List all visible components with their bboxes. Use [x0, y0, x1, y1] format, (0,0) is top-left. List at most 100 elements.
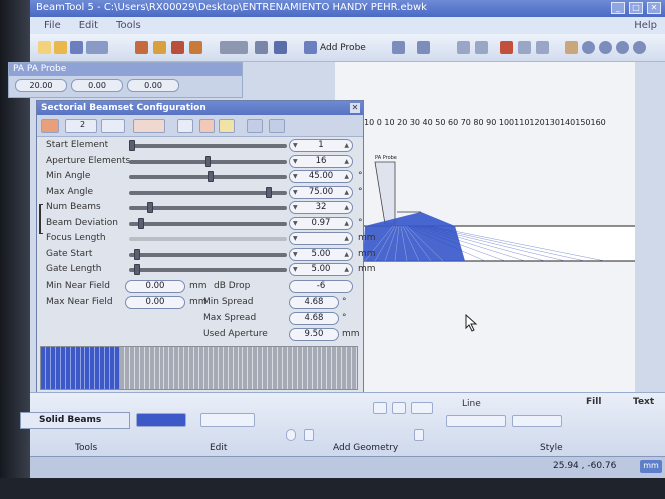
param-spinbox[interactable]: ▼ 0.97 ▲ [289, 216, 353, 230]
focus-mode-icon[interactable] [133, 119, 165, 133]
slider-thumb[interactable] [205, 155, 211, 167]
table-view-icon[interactable] [475, 41, 488, 54]
waveform-icon[interactable] [101, 119, 125, 133]
table-icon[interactable] [153, 41, 166, 54]
decrement-arrow-icon[interactable]: ▼ [293, 218, 298, 229]
slider-thumb[interactable] [208, 171, 215, 182]
line-tool-icon[interactable] [373, 402, 387, 414]
panel-close-icon[interactable]: ✕ [350, 103, 360, 113]
circle-tool-icon[interactable] [286, 429, 296, 441]
param-slider[interactable] [129, 202, 287, 213]
increment-arrow-icon[interactable]: ▲ [344, 171, 349, 182]
param-spinbox[interactable]: ▼ 1 ▲ [289, 139, 353, 152]
save-icon[interactable] [70, 41, 83, 54]
menu-tools[interactable]: Tools [116, 20, 141, 31]
db-drop-select[interactable]: -6 [289, 280, 353, 293]
menu-file[interactable]: File [44, 20, 61, 31]
decrement-arrow-icon[interactable]: ▼ [293, 233, 298, 244]
maximize-button[interactable]: □ [629, 2, 643, 14]
add-probe-button[interactable]: Add Probe [320, 43, 366, 53]
minimize-button[interactable]: _ [611, 2, 625, 14]
decrement-arrow-icon[interactable]: ▼ [293, 264, 298, 275]
element-array-view[interactable] [40, 346, 358, 390]
line-weight-select[interactable] [512, 415, 562, 427]
increment-arrow-icon[interactable]: ▲ [344, 202, 349, 213]
decrement-arrow-icon[interactable]: ▼ [293, 171, 298, 182]
slider-thumb[interactable] [133, 264, 140, 275]
pan-hand-icon[interactable] [565, 41, 578, 54]
pa-position-field[interactable]: 0.00 [127, 79, 179, 92]
undo-icon[interactable] [392, 41, 405, 54]
text-box-tool-icon[interactable] [414, 429, 424, 441]
increment-arrow-icon[interactable]: ▲ [344, 156, 349, 167]
report-icon[interactable] [189, 41, 202, 54]
unit-button[interactable]: mm [640, 460, 662, 473]
line-style-label[interactable]: Line [462, 399, 481, 409]
redo-icon[interactable] [417, 41, 430, 54]
decrement-arrow-icon[interactable]: ▼ [293, 202, 298, 213]
add-probe-icon[interactable] [304, 41, 317, 54]
decrement-arrow-icon[interactable]: ▼ [293, 187, 298, 198]
part-icon[interactable] [135, 41, 148, 54]
param-spinbox[interactable]: ▼ 5.00 ▲ [289, 263, 353, 276]
param-slider[interactable] [129, 186, 287, 198]
text-label[interactable]: Text [633, 397, 654, 407]
wedge-icon[interactable] [255, 41, 268, 54]
param-slider[interactable] [129, 264, 287, 275]
array-element[interactable] [352, 347, 357, 389]
ruler-icon[interactable] [219, 119, 235, 133]
gate-icon[interactable] [177, 119, 193, 133]
param-slider[interactable] [129, 171, 287, 182]
increment-arrow-icon[interactable]: ▲ [344, 233, 349, 244]
increment-arrow-icon[interactable]: ▲ [344, 264, 349, 275]
decrement-arrow-icon[interactable]: ▼ [293, 156, 298, 167]
param-slider[interactable] [129, 217, 287, 229]
param-spinbox[interactable]: ▼ 75.00 ▲ [289, 185, 353, 199]
angle-icon[interactable] [199, 119, 215, 133]
param-slider[interactable] [129, 237, 287, 241]
increment-arrow-icon[interactable]: ▲ [344, 140, 349, 151]
open-folder-icon[interactable] [54, 41, 67, 54]
view-3d-icon[interactable] [518, 41, 531, 54]
tools-icon[interactable] [274, 41, 287, 54]
slider-thumb[interactable] [133, 248, 140, 260]
color-picker-icon[interactable] [136, 413, 186, 427]
param-spinbox[interactable]: ▼ ▲ [289, 232, 353, 245]
increment-arrow-icon[interactable]: ▲ [344, 218, 349, 229]
copy-icon[interactable] [247, 119, 263, 133]
chart-icon[interactable] [171, 41, 184, 54]
drawing-canvas[interactable]: -30-20-10 0 10 20 30 40 50 60 70 80 90 1… [335, 62, 635, 392]
pa-angle-field[interactable]: 0.00 [71, 79, 123, 92]
param-slider[interactable] [129, 140, 287, 151]
increment-arrow-icon[interactable]: ▲ [344, 249, 349, 260]
decrement-arrow-icon[interactable]: ▼ [293, 249, 298, 260]
param-slider[interactable] [129, 248, 287, 260]
pa-offset-field[interactable]: 20.00 [15, 79, 67, 92]
arc-tool-icon[interactable] [392, 402, 406, 414]
zoom-fit-icon[interactable] [582, 41, 595, 54]
dimension-tool-icon[interactable] [411, 402, 433, 414]
slider-thumb[interactable] [265, 186, 272, 198]
menu-help[interactable]: Help [634, 20, 657, 31]
slider-thumb[interactable] [138, 217, 145, 229]
param-spinbox[interactable]: ▼ 16 ▲ [289, 154, 353, 168]
probe-tool-icon[interactable] [220, 41, 248, 54]
solid-beams-dropdown[interactable]: Solid Beams [20, 412, 130, 429]
view-2d-icon[interactable] [500, 41, 513, 54]
line-style-select[interactable] [446, 415, 506, 427]
print-icon[interactable] [86, 41, 108, 54]
param-slider[interactable] [129, 155, 287, 167]
slider-thumb[interactable] [129, 140, 135, 151]
fill-label[interactable]: Fill [586, 397, 601, 407]
param-spinbox[interactable]: ▼ 45.00 ▲ [289, 170, 353, 183]
param-spinbox[interactable]: ▼ 5.00 ▲ [289, 247, 353, 261]
new-file-icon[interactable] [38, 41, 51, 54]
view-split-icon[interactable] [536, 41, 549, 54]
param-spinbox[interactable]: ▼ 32 ▲ [289, 201, 353, 214]
close-button[interactable]: ✕ [647, 2, 661, 14]
decrement-arrow-icon[interactable]: ▼ [293, 140, 298, 151]
slider-thumb[interactable] [147, 202, 154, 213]
element-selector[interactable]: 2 [65, 119, 97, 133]
beamset-icon[interactable] [41, 119, 59, 133]
opacity-slider[interactable] [200, 413, 255, 427]
